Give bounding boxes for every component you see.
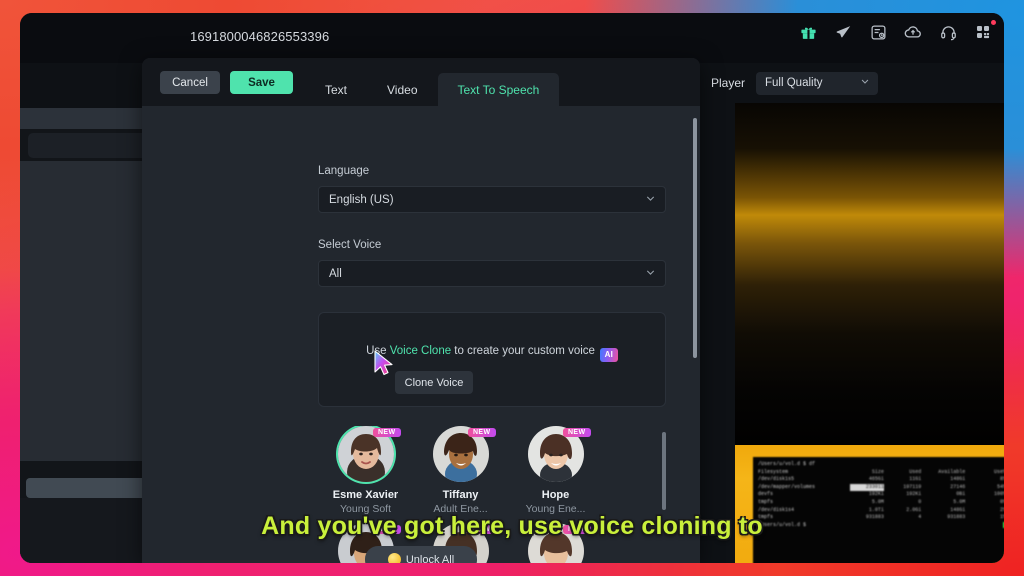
terminal-line: devfs192Ki192Ki0Bi100% <box>758 491 1004 498</box>
avatar-wrap: NEW <box>527 523 591 563</box>
new-badge: NEW <box>372 428 401 437</box>
new-badge: NEW <box>562 525 591 534</box>
promo-text-after: to create your custom voice <box>451 345 595 357</box>
voice-card-esme-xavier[interactable]: NEW Esme Xavier Young Soft <box>318 426 413 515</box>
modal-toolbar: Cancel Save Text Video Text To Speech <box>142 58 700 106</box>
voice-list-scrollbar[interactable] <box>662 432 666 510</box>
title-bar: 1691800046826553396 <box>20 13 1004 63</box>
terminal-line: /dev/disk1s5465Gi11Gi148Gi8% <box>758 476 1004 483</box>
voice-name: Tiffany <box>442 489 479 501</box>
new-badge: NEW <box>467 525 496 534</box>
support-headset-icon[interactable] <box>937 21 959 43</box>
clone-voice-button[interactable]: Clone Voice <box>395 371 473 394</box>
terminal-line: /Users/u/vol.d $ df <box>758 461 816 467</box>
language-select-value: English (US) <box>329 193 394 206</box>
terminal-line: tmpfs5.0M05.0M0% <box>758 498 1004 505</box>
video-preview-lower[interactable]: /Users/u/vol.d $ df Filesystem Size Used Ava… <box>735 445 1004 563</box>
unlock-all-button[interactable]: Unlock All <box>365 546 477 563</box>
new-badge: NEW <box>372 525 401 534</box>
chevron-down-icon <box>645 193 656 207</box>
gift-icon[interactable] <box>797 21 819 43</box>
quality-select[interactable]: Full Quality <box>756 71 879 95</box>
cancel-button[interactable]: Cancel <box>160 71 220 94</box>
player-panel: Player Full Quality /Users/u/vol.d $ df F… <box>700 63 1004 563</box>
terminal-line: tmpfs93188349318831% <box>758 514 1004 521</box>
video-preview-upper[interactable] <box>735 103 1004 453</box>
voice-name: Hope <box>541 489 570 501</box>
new-badge: NEW <box>562 428 591 437</box>
quality-select-value: Full Quality <box>765 77 823 89</box>
terminal-screenshot: /Users/u/vol.d $ df Filesystem Size Used Ava… <box>753 457 1004 563</box>
voice-filter-select[interactable]: All <box>318 260 666 287</box>
voice-clone-promo-text: Use Voice Clone to create your custom vo… <box>319 345 665 362</box>
chevron-down-icon <box>645 267 656 281</box>
app-window: 1691800046826553396 Player Full Quality … <box>20 13 1004 563</box>
language-select[interactable]: English (US) <box>318 186 666 213</box>
voice-card-tiffany[interactable]: NEW Tiffany Adult Ene... <box>413 426 508 515</box>
send-icon[interactable] <box>832 21 854 43</box>
terminal-line: /Users/u/vol.d $ <box>758 521 1004 530</box>
project-title: 1691800046826553396 <box>190 29 330 44</box>
modal-body: Language English (US) Select Voice All U… <box>142 106 700 563</box>
voice-tag: Adult Ene... <box>433 503 488 515</box>
apps-grid-icon[interactable] <box>972 20 996 43</box>
voice-card-hope[interactable]: NEW Hope Young Ene... <box>508 426 603 515</box>
language-label: Language <box>318 165 370 177</box>
export-history-icon[interactable] <box>867 21 889 43</box>
player-label: Player <box>711 76 746 90</box>
voice-tag: Young Ene... <box>525 503 586 515</box>
voice-card-row2-3[interactable]: NEW <box>508 523 603 563</box>
tab-text[interactable]: Text <box>305 73 367 106</box>
new-badge: NEW <box>467 428 496 437</box>
terminal-line: FilesystemSizeUsedAvailableUse% <box>758 468 1004 475</box>
modal-scrollbar[interactable] <box>693 118 697 358</box>
voice-clone-promo-card: Use Voice Clone to create your custom vo… <box>318 312 666 407</box>
avatar-wrap: NEW <box>337 426 401 482</box>
modal-tabs: Text Video Text To Speech <box>305 58 560 106</box>
terminal-line: /dev/mapper/volumes2330111971192714654% <box>758 483 1004 492</box>
titlebar-icon-group <box>797 20 996 43</box>
voice-row: NEW Esme Xavier Young Soft NEW Tiffany A… <box>318 426 670 515</box>
notification-dot <box>991 20 996 25</box>
player-toolbar: Player Full Quality <box>700 63 1004 103</box>
tab-video[interactable]: Video <box>367 73 437 106</box>
unlock-all-label: Unlock All <box>405 553 455 564</box>
avatar-wrap: NEW <box>527 426 591 482</box>
voice-filter-value: All <box>329 267 342 280</box>
text-to-speech-modal: Cancel Save Text Video Text To Speech La… <box>142 58 700 563</box>
voice-clone-link[interactable]: Voice Clone <box>390 345 451 357</box>
voice-tag: Young Soft <box>340 503 391 515</box>
coin-icon <box>387 553 401 563</box>
voice-list[interactable]: NEW Esme Xavier Young Soft NEW Tiffany A… <box>318 426 670 563</box>
cloud-upload-icon[interactable] <box>902 21 924 43</box>
chevron-down-icon <box>860 77 870 90</box>
save-button[interactable]: Save <box>230 71 293 94</box>
voice-name: Esme Xavier <box>332 489 399 501</box>
tab-text-to-speech[interactable]: Text To Speech <box>437 73 560 106</box>
avatar-wrap: NEW <box>432 426 496 482</box>
terminal-line: /dev/disk1s41.0Ti2.0Gi148Gi2% <box>758 506 1004 513</box>
promo-text-before: Use <box>366 345 390 357</box>
ai-badge: AI <box>599 348 618 362</box>
select-voice-label: Select Voice <box>318 239 382 251</box>
